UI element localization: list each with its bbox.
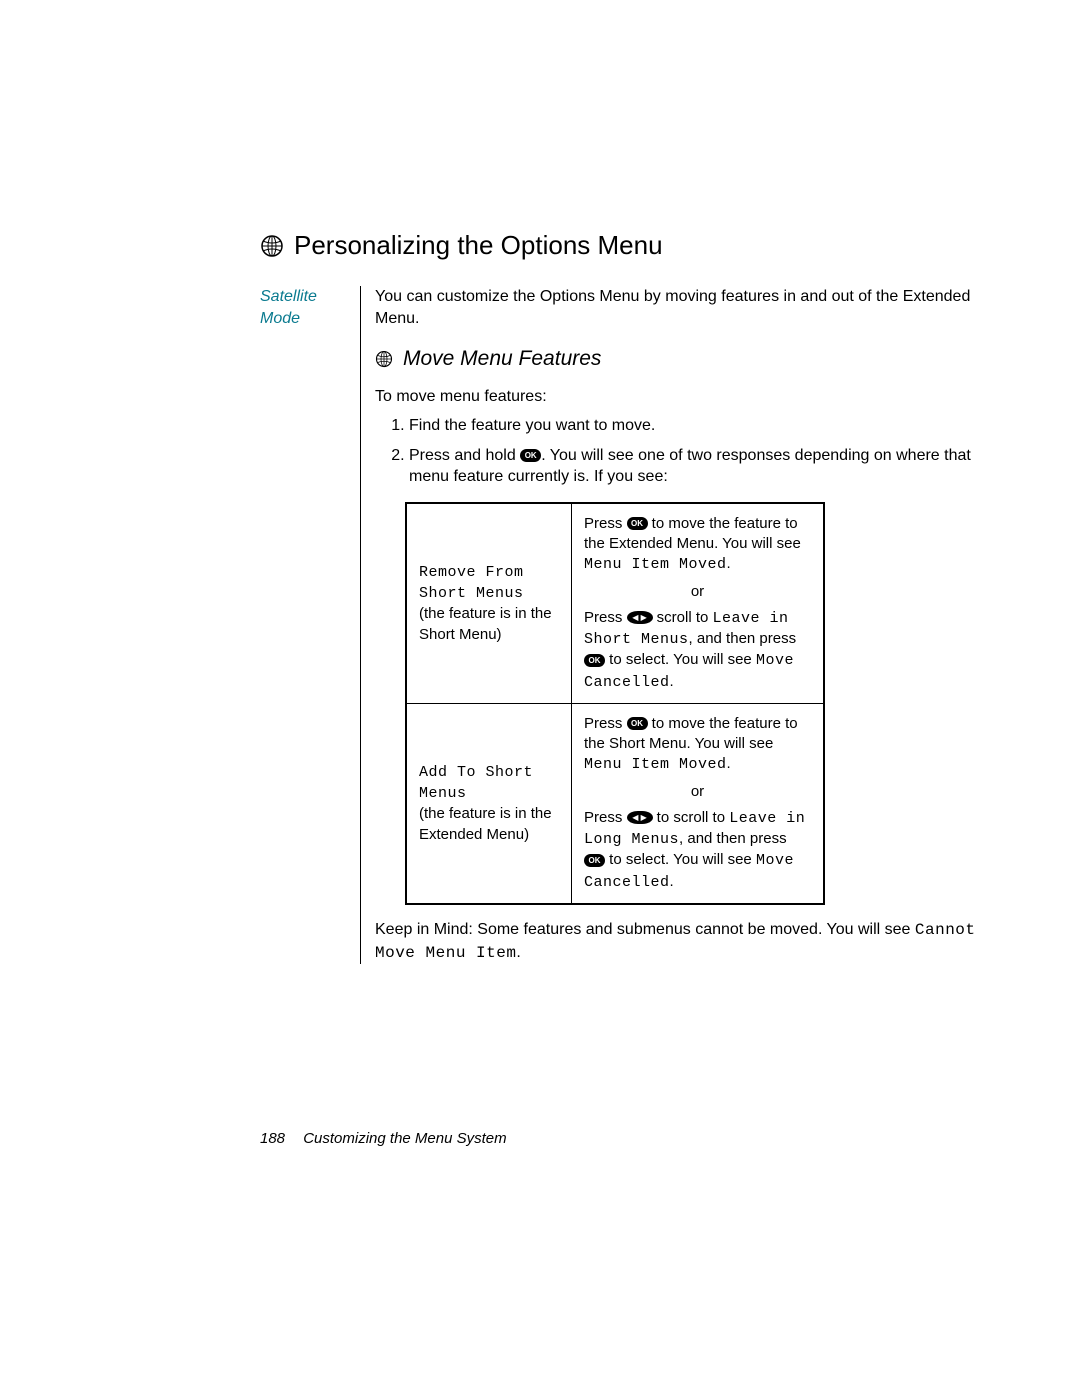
page-heading: Personalizing the Options Menu (260, 230, 990, 261)
ok-icon: OK (627, 717, 648, 730)
row1-action: Press OK to move the feature to the Exte… (572, 503, 825, 704)
globe-icon (260, 234, 284, 258)
row2-mono: Add To Short Menus (419, 764, 533, 802)
ok-icon: OK (584, 654, 605, 667)
sidebar-mode-label: Satellite Mode (260, 286, 360, 964)
note-paragraph: Keep in Mind: Some features and submenus… (375, 919, 990, 964)
row1-note: (the feature is in the Short Menu) (419, 605, 552, 642)
step-1: Find the feature you want to move. (409, 415, 990, 437)
row2-note: (the feature is in the Extended Menu) (419, 805, 552, 842)
step-2: Press and hold OK. You will see one of t… (409, 445, 990, 488)
lead-text: To move menu features: (375, 386, 990, 408)
ok-icon: OK (520, 449, 541, 462)
ok-icon: OK (584, 854, 605, 867)
row2-condition: Add To Short Menus (the feature is in th… (406, 703, 572, 904)
scroll-icon: ◀ ▶ (627, 611, 653, 624)
scroll-icon: ◀ ▶ (627, 811, 653, 824)
subheading-text: Move Menu Features (403, 345, 601, 373)
page-footer: 188 Customizing the Menu System (260, 1130, 507, 1147)
footer-title: Customizing the Menu System (303, 1130, 506, 1147)
globe-icon (375, 350, 393, 368)
ok-icon: OK (627, 517, 648, 530)
section-subheading: Move Menu Features (375, 345, 990, 373)
table-row: Remove From Short Menus (the feature is … (406, 503, 824, 704)
heading-text: Personalizing the Options Menu (294, 230, 663, 261)
row2-action: Press OK to move the feature to the Shor… (572, 703, 825, 904)
or-divider: or (584, 782, 811, 802)
row1-condition: Remove From Short Menus (the feature is … (406, 503, 572, 704)
step-2a: Press and hold (409, 447, 520, 464)
vertical-divider (360, 286, 361, 964)
response-table: Remove From Short Menus (the feature is … (405, 502, 825, 905)
page-number: 188 (260, 1130, 285, 1147)
intro-paragraph: You can customize the Options Menu by mo… (375, 286, 990, 329)
row1-mono: Remove From Short Menus (419, 564, 524, 602)
or-divider: or (584, 582, 811, 602)
steps-list: Find the feature you want to move. Press… (375, 415, 990, 488)
table-row: Add To Short Menus (the feature is in th… (406, 703, 824, 904)
